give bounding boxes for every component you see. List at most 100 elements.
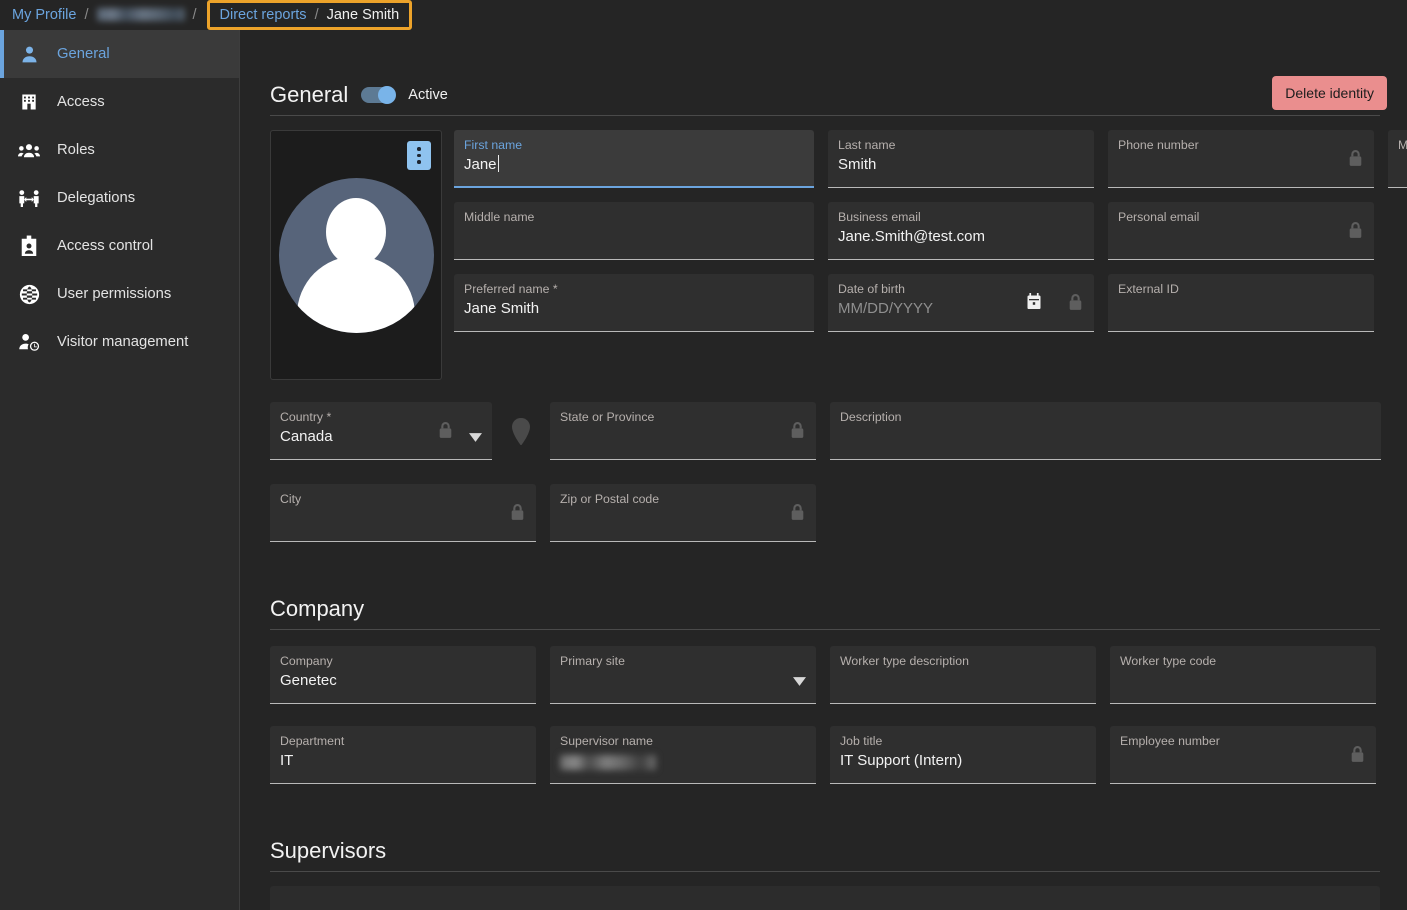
middle-name-field[interactable]: Middle name bbox=[454, 202, 814, 260]
city-field[interactable]: City bbox=[270, 484, 536, 542]
badge-card-icon bbox=[18, 235, 40, 257]
external-id-field[interactable]: External ID bbox=[1108, 274, 1374, 332]
preferred-name-value: Jane Smith bbox=[464, 300, 540, 317]
lock-icon bbox=[789, 421, 806, 445]
avatar-panel[interactable] bbox=[270, 130, 442, 380]
calendar-icon[interactable] bbox=[1026, 293, 1042, 316]
sidebar-item-access-control[interactable]: Access control bbox=[0, 222, 239, 270]
sidebar-item-label: Access bbox=[57, 94, 105, 110]
sidebar-item-delegations[interactable]: Delegations bbox=[0, 174, 239, 222]
sidebar-item-label: Delegations bbox=[57, 190, 136, 206]
company-form-row: Department IT Supervisor name Job title … bbox=[270, 726, 1383, 784]
phone-number-field[interactable]: Phone number bbox=[1108, 130, 1374, 188]
sidebar-item-access[interactable]: Access bbox=[0, 78, 239, 126]
section-divider bbox=[270, 115, 1380, 116]
personal-email-label: Personal email bbox=[1118, 210, 1200, 224]
breadcrumb-redacted-name[interactable] bbox=[96, 7, 185, 21]
form-row: Preferred name * Jane Smith Date of birt… bbox=[454, 274, 1407, 332]
form-row-location: Country * Canada State or Province Descr… bbox=[270, 402, 1383, 460]
date-of-birth-field[interactable]: Date of birth MM/DD/YYYY bbox=[828, 274, 1094, 332]
company-section-header: Company bbox=[270, 556, 1383, 629]
sidebar-item-general[interactable]: General bbox=[0, 30, 239, 78]
lock-icon bbox=[1067, 293, 1084, 317]
sidebar-item-label: User permissions bbox=[57, 286, 172, 302]
active-status-label: Active bbox=[408, 87, 448, 103]
state-province-field[interactable]: State or Province bbox=[550, 402, 816, 460]
company-field[interactable]: Company Genetec bbox=[270, 646, 536, 704]
business-email-field[interactable]: Business email Jane.Smith@test.com bbox=[828, 202, 1094, 260]
supervisor-name-field[interactable]: Supervisor name bbox=[550, 726, 816, 784]
description-field[interactable]: Description bbox=[830, 402, 1381, 460]
active-status-toggle[interactable] bbox=[361, 86, 397, 104]
supervisors-section-header: Supervisors bbox=[270, 798, 1383, 871]
country-value: Canada bbox=[280, 428, 333, 445]
department-field[interactable]: Department IT bbox=[270, 726, 536, 784]
lock-icon bbox=[789, 503, 806, 527]
sidebar-item-label: Visitor management bbox=[57, 334, 189, 350]
breadcrumb-separator: / bbox=[314, 6, 319, 23]
company-label: Company bbox=[280, 654, 333, 668]
primary-site-label: Primary site bbox=[560, 654, 625, 668]
first-name-label: First name bbox=[464, 138, 523, 152]
supervisor-name-redacted-value bbox=[560, 755, 656, 771]
zip-postal-code-field[interactable]: Zip or Postal code bbox=[550, 484, 816, 542]
breadcrumb-my-profile[interactable]: My Profile bbox=[12, 7, 76, 23]
date-of-birth-value: MM/DD/YYYY bbox=[838, 300, 934, 317]
lock-icon bbox=[509, 503, 526, 527]
sidebar-item-user-permissions[interactable]: User permissions bbox=[0, 270, 239, 318]
people-group-icon bbox=[18, 139, 40, 161]
job-title-field[interactable]: Job title IT Support (Intern) bbox=[830, 726, 1096, 784]
map-pin-icon[interactable] bbox=[506, 402, 536, 460]
worker-type-description-label: Worker type description bbox=[840, 654, 969, 668]
company-value: Genetec bbox=[280, 672, 337, 689]
country-field[interactable]: Country * Canada bbox=[270, 402, 492, 460]
form-row: First name Jane Last name Smith Phone nu… bbox=[454, 130, 1407, 188]
external-id-label: External ID bbox=[1118, 282, 1179, 296]
state-province-label: State or Province bbox=[560, 410, 655, 424]
phone-number-label: Phone number bbox=[1118, 138, 1199, 152]
personal-email-field[interactable]: Personal email bbox=[1108, 202, 1374, 260]
breadcrumb-direct-reports[interactable]: Direct reports bbox=[220, 7, 307, 23]
employee-number-field[interactable]: Employee number bbox=[1110, 726, 1376, 784]
building-icon bbox=[18, 91, 40, 113]
breadcrumb-current: Jane Smith bbox=[326, 6, 400, 23]
business-email-value: Jane.Smith@test.com bbox=[838, 228, 985, 245]
last-name-field[interactable]: Last name Smith bbox=[828, 130, 1094, 188]
chevron-down-icon[interactable] bbox=[469, 429, 482, 447]
preferred-name-field[interactable]: Preferred name * Jane Smith bbox=[454, 274, 814, 332]
supervisors-title: Supervisors bbox=[270, 838, 387, 863]
worker-type-description-field[interactable]: Worker type description bbox=[830, 646, 1096, 704]
job-title-label: Job title bbox=[840, 734, 883, 748]
primary-site-field[interactable]: Primary site bbox=[550, 646, 816, 704]
main-content: Delete identity General Active First nam… bbox=[240, 30, 1407, 910]
section-divider bbox=[270, 629, 1380, 630]
supervisors-table: Name Email + bbox=[270, 886, 1380, 910]
sidebar-item-visitor-management[interactable]: Visitor management bbox=[0, 318, 239, 366]
first-name-value: Jane bbox=[464, 156, 497, 173]
description-label: Description bbox=[840, 410, 902, 424]
breadcrumb: My Profile / / Direct reports / Jane Smi… bbox=[0, 0, 1407, 30]
sidebar-item-label: General bbox=[57, 46, 110, 62]
section-divider bbox=[270, 871, 1380, 872]
middle-name-label: Middle name bbox=[464, 210, 535, 224]
lock-icon bbox=[1349, 745, 1366, 769]
lock-icon bbox=[437, 421, 454, 445]
worker-type-code-field[interactable]: Worker type code bbox=[1110, 646, 1376, 704]
last-name-label: Last name bbox=[838, 138, 896, 152]
more-vertical-icon[interactable] bbox=[407, 141, 431, 170]
mobile-phone-field[interactable]: Mobile phone number bbox=[1388, 130, 1407, 188]
breadcrumb-highlight-box: Direct reports / Jane Smith bbox=[206, 0, 413, 30]
breadcrumb-separator: / bbox=[192, 7, 197, 23]
lock-icon bbox=[1347, 149, 1364, 173]
sidebar-item-roles[interactable]: Roles bbox=[0, 126, 239, 174]
worker-type-code-label: Worker type code bbox=[1120, 654, 1217, 668]
date-of-birth-label: Date of birth bbox=[838, 282, 905, 296]
toggle-knob bbox=[378, 86, 397, 104]
sidebar: General Access Roles Delegations Access bbox=[0, 30, 240, 910]
delete-identity-button[interactable]: Delete identity bbox=[1272, 76, 1387, 110]
supervisor-name-label: Supervisor name bbox=[560, 734, 653, 748]
chevron-down-icon[interactable] bbox=[793, 673, 806, 691]
business-email-label: Business email bbox=[838, 210, 921, 224]
first-name-field[interactable]: First name Jane bbox=[454, 130, 814, 188]
sidebar-item-label: Roles bbox=[57, 142, 95, 158]
